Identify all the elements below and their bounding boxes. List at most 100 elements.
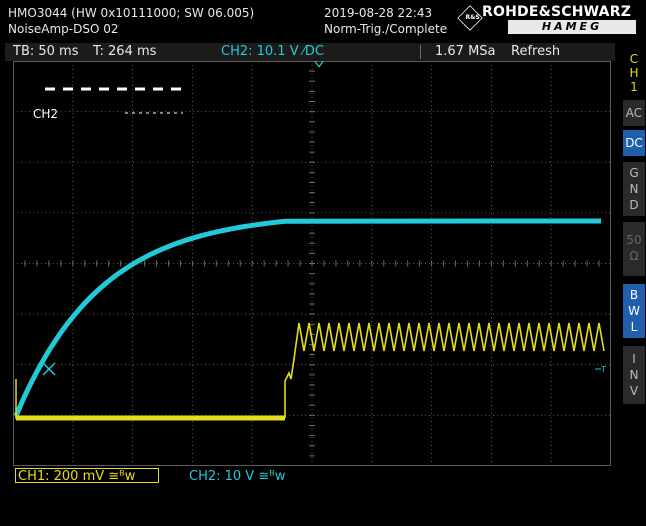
axis-tick [574,260,576,267]
axis-tick [309,80,315,82]
axis-tick [96,260,98,267]
legend-label: CH2 [33,107,58,121]
axis-tick [309,414,315,416]
axis-tick [309,333,315,335]
brand-sub: HAMEG [508,20,636,34]
axis-tick [309,404,315,406]
axis-tick [108,260,110,267]
channel-indicator: C H 1 [629,52,639,94]
axis-tick [309,212,315,214]
axis-tick [478,260,480,267]
coupling-dc-button[interactable]: DC [623,130,645,156]
axis-tick [502,260,504,267]
axis-tick [309,455,315,457]
axis-tick [562,260,564,267]
scope-display: CH2 1 T [13,61,611,466]
axis-tick [309,151,315,153]
axis-tick [251,260,253,267]
axis-tick [309,252,315,254]
axis-tick [309,90,315,92]
axis-tick [309,70,315,72]
trigger-status: Norm-Trig./Complete [324,22,448,36]
axis-tick [309,232,315,234]
channel-bar: CH1: 200 mV ≅ᴮw CH2: 10 V ≅ᴮw [5,466,615,486]
axis-tick [84,260,86,267]
axis-tick [167,260,169,267]
invert-button[interactable]: INV [623,346,645,404]
axis-tick [144,260,146,267]
axis-tick [538,260,540,267]
axis-tick [383,260,385,267]
axis-tick [309,101,315,102]
brand-name: ROHDE&SCHWARZ [482,4,632,20]
axis-tick [323,260,325,267]
gnd-button[interactable]: GND [623,162,645,216]
axis-tick [347,260,349,267]
axis-tick [598,260,600,267]
bwl-button[interactable]: BWL [623,284,645,338]
axis-tick [610,260,611,267]
axis-tick [309,192,315,194]
axis-tick [309,293,315,295]
axis-tick [309,131,315,133]
axis-tick [287,260,289,267]
axis-tick [309,364,315,366]
axis-tick [48,260,50,267]
ch2-settings[interactable]: CH2: 10 V ≅ᴮw [189,469,285,484]
axis-tick [239,260,241,267]
axis-tick [455,260,457,267]
axis-tick [309,141,315,143]
axis-tick [309,242,315,244]
axis-tick [309,61,315,62]
axis-tick [309,202,315,204]
axis-tick [72,260,74,267]
axis-tick [275,260,277,267]
axis-tick [60,260,62,267]
axis-tick [203,260,205,267]
axis-tick [309,273,315,275]
file-name: NoiseAmp-DSO 02 [8,22,119,36]
axis-tick [419,260,421,267]
axis-tick [179,260,181,267]
axis-tick [443,260,445,267]
axis-tick [309,171,315,173]
brand-logo: R&S ROHDE&SCHWARZ HAMEG [456,4,642,36]
axis-tick [550,260,552,267]
axis-tick [309,182,315,183]
axis-tick [215,260,217,267]
axis-tick [13,260,14,267]
axis-tick [263,260,265,267]
axis-tick [309,384,315,386]
device-info: HMO3044 (HW 0x10111000; SW 06.005) [8,6,255,20]
axis-tick [407,260,409,267]
timebase[interactable]: TB: 50 ms [13,44,78,59]
axis-tick [395,260,397,267]
trigger-time[interactable]: T: 264 ms [93,44,156,59]
axis-tick [309,161,315,163]
axis-tick [466,260,468,267]
axis-tick [309,283,315,285]
axis-tick [309,445,315,447]
axis-tick [309,313,315,315]
axis-tick [335,260,337,267]
axis-tick [309,374,315,376]
axis-tick [309,435,315,437]
axis-tick [156,260,158,267]
axis-tick [309,111,315,113]
axis-tick [191,260,193,267]
coupling-ac-button[interactable]: AC [623,100,645,126]
axis-tick [227,260,229,267]
axis-tick [309,121,315,123]
rs-badge-icon: R&S [457,5,483,31]
axis-tick [359,260,361,267]
acquisition-mode[interactable]: Refresh [511,44,560,59]
status-bar: TB: 50 ms T: 264 ms CH2: 10.1 V ⁄DC 1.67… [5,43,615,61]
axis-tick [24,260,26,267]
impedance-50-button[interactable]: 50 Ω [623,222,645,276]
axis-tick [309,303,315,305]
ch2-trigger[interactable]: CH2: 10.1 V ⁄DC [221,44,324,59]
ch1-settings[interactable]: CH1: 200 mV ≅ᴮw [15,468,159,484]
axis-tick [309,354,315,356]
axis-tick [120,260,122,267]
axis-tick [431,260,433,267]
